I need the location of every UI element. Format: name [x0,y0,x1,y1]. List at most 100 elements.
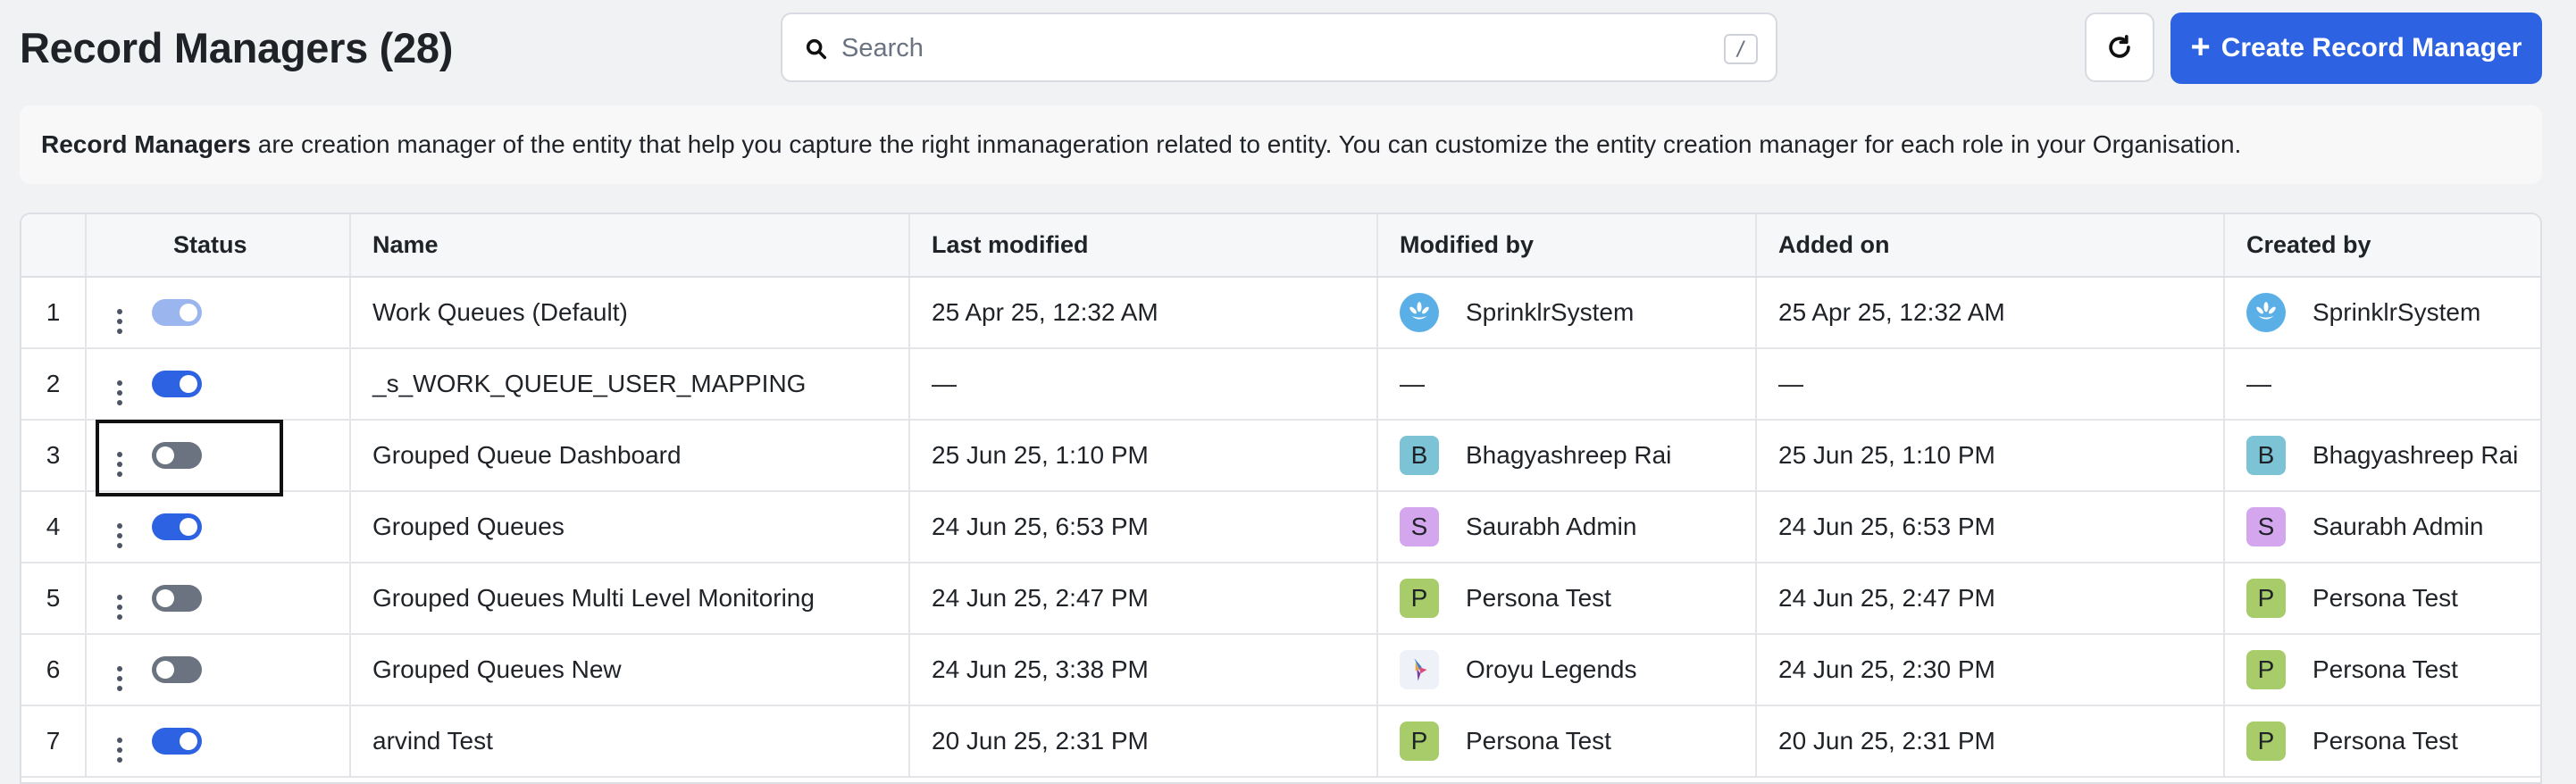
column-header-status[interactable]: Status [152,214,351,278]
page-title: Record Managers (28) [20,24,454,71]
last-modified: 24 Jun 25, 6:53 PM [909,491,1378,563]
modified-by-cell: SprinklrSystem [1377,277,1757,349]
status-cell [152,563,351,635]
status-toggle[interactable] [152,442,202,469]
table-row[interactable]: 1 Work Queues (Default) 25 Apr 25, 12:32 A… [21,277,2540,349]
status-toggle [152,299,202,326]
modified-by-name: Saurabh Admin [1466,513,1637,540]
modified-by-cell: Oroyu Legends [1377,634,1757,706]
modified-by-name: Bhagyashreep Rai [1466,441,1672,469]
table-row[interactable]: 5 Grouped Queues Multi Level Monitoring 24… [21,563,2540,635]
avatar: B [2246,436,2286,475]
refresh-icon [2109,35,2130,58]
added-on: 24 Jun 25, 2:30 PM [1756,634,2225,706]
created-by-name: Saurabh Admin [2313,513,2484,540]
modified-by-name: Oroyu Legends [1466,655,1637,683]
row-index: 3 [21,420,87,492]
last-modified: 25 Apr 25, 12:32 AM [909,277,1378,349]
record-manager-name[interactable]: Grouped Queues Multi Level Monitoring [350,563,910,635]
refresh-button[interactable] [2085,13,2154,82]
table-row[interactable]: 2 _s_WORK_QUEUE_USER_MAPPING — — — — [21,348,2540,421]
created-by-cell: P Persona Test [2224,705,2540,778]
created-by-name: Persona Test [2313,584,2458,612]
row-index: 1 [21,277,87,349]
status-toggle[interactable] [152,371,202,397]
avatar: P [2246,650,2286,689]
created-by-name: Persona Test [2313,727,2458,755]
record-manager-name[interactable]: arvind Test [350,705,910,778]
info-banner-text: are creation manager of the entity that … [250,130,2242,158]
create-record-manager-button[interactable]: + Create Record Manager [2170,13,2542,84]
record-manager-name[interactable]: _s_WORK_QUEUE_USER_MAPPING [350,348,910,421]
modified-by-name: SprinklrSystem [1466,298,1635,326]
index-header [21,214,87,278]
row-actions-cell [86,491,152,563]
table-row[interactable]: 7 arvind Test 20 Jun 25, 2:31 PM P Persona T… [21,705,2540,778]
table-row[interactable]: 6 Grouped Queues New 24 Jun 25, 3:38 PM Oro… [21,634,2540,706]
row-index: 4 [21,491,87,563]
avatar: P [1400,579,1439,618]
modified-by-cell: P Persona Test [1377,563,1757,635]
row-actions-cell [86,563,152,635]
status-cell [152,705,351,778]
created-by-cell: — [2224,348,2540,421]
status-cell [152,348,351,421]
table-row[interactable]: 3 Grouped Queue Dashboard 25 Jun 25, 1:10 … [21,420,2540,492]
record-managers-table: Status Name Last modified Modified by Ad… [20,213,2542,784]
status-toggle[interactable] [152,513,202,540]
more-options-icon[interactable] [116,451,122,477]
more-options-icon[interactable] [116,379,122,405]
search-box[interactable]: / [781,13,1777,82]
column-header-modified-by[interactable]: Modified by [1377,214,1757,278]
column-header-last-modified[interactable]: Last modified [909,214,1378,278]
record-manager-name[interactable]: Grouped Queues [350,491,910,563]
status-cell [152,277,351,349]
search-shortcut-hint: / [1724,34,1758,64]
added-on: 24 Jun 25, 6:53 PM [1756,491,2225,563]
bird-logo-icon [1400,650,1439,689]
record-manager-name[interactable]: Grouped Queues New [350,634,910,706]
modified-by-name: Persona Test [1466,584,1611,612]
record-manager-name[interactable]: Work Queues (Default) [350,277,910,349]
added-on: 24 Jun 25, 2:47 PM [1756,563,2225,635]
search-input[interactable] [840,25,1647,71]
created-by-cell: P Persona Test [2224,634,2540,706]
modified-by-cell: — [1377,348,1757,421]
status-cell [152,634,351,706]
modified-by-name: Persona Test [1466,727,1611,755]
more-options-icon[interactable] [116,522,122,548]
row-index: 6 [21,634,87,706]
last-modified: 25 Jun 25, 1:10 PM [909,420,1378,492]
table-row[interactable]: 4 Grouped Queues 24 Jun 25, 6:53 PM S Saurab… [21,491,2540,563]
actions-header [86,214,152,278]
row-actions-cell [86,705,152,778]
last-modified: — [909,348,1378,421]
created-by-cell: B Bhagyashreep Rai [2224,420,2540,492]
last-modified: 24 Jun 25, 2:47 PM [909,563,1378,635]
sprinklr-logo-icon [2246,293,2286,332]
column-header-created-by[interactable]: Created by [2224,214,2540,278]
status-toggle[interactable] [152,585,202,612]
record-manager-name[interactable]: Grouped Queue Dashboard [350,420,910,492]
created-by-name: SprinklrSystem [2313,298,2481,326]
more-options-icon[interactable] [116,737,122,763]
avatar: S [2246,507,2286,546]
more-options-icon[interactable] [116,594,122,620]
modified-by-cell: S Saurabh Admin [1377,491,1757,563]
row-actions-cell [86,348,152,421]
more-options-icon[interactable] [116,308,122,334]
created-by-cell: SprinklrSystem [2224,277,2540,349]
row-index: 2 [21,348,87,421]
more-options-icon[interactable] [116,665,122,691]
status-cell [152,420,351,492]
last-modified: 20 Jun 25, 2:31 PM [909,705,1378,778]
status-toggle[interactable] [152,728,202,755]
row-index: 7 [21,705,87,778]
row-index: 5 [21,563,87,635]
search-icon [806,38,827,60]
added-on: 25 Apr 25, 12:32 AM [1756,277,2225,349]
column-header-name[interactable]: Name [350,214,910,278]
column-header-added-on[interactable]: Added on [1756,214,2225,278]
status-toggle[interactable] [152,656,202,683]
create-record-manager-label: Create Record Manager [2221,33,2522,63]
